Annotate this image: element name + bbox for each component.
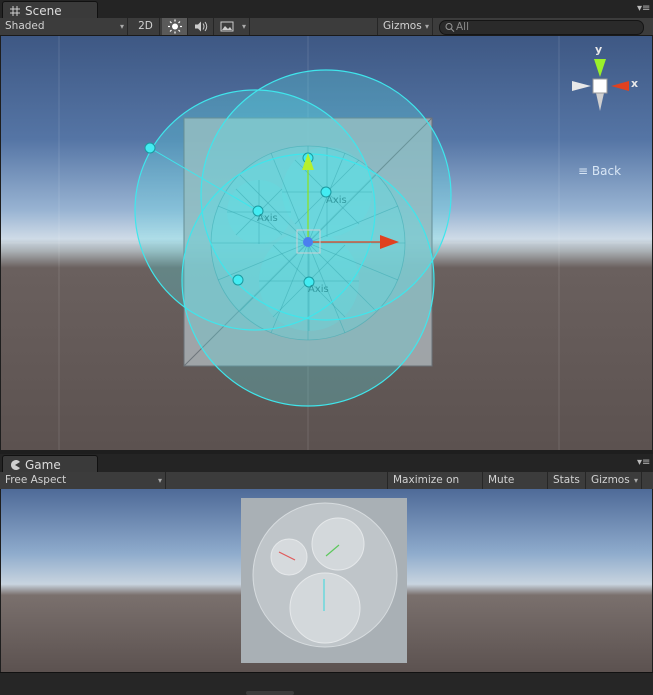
tab-game-label: Game: [25, 458, 61, 472]
game-gizmos-label: Gizmos: [591, 474, 630, 486]
scene-gizmos-dropdown[interactable]: Gizmos: [377, 18, 433, 35]
horizontal-scrollbar[interactable]: [246, 691, 294, 695]
aspect-label: Free Aspect: [5, 474, 67, 486]
scene-viewport[interactable]: y x ≡ Back Axis Axis Axis: [1, 36, 652, 450]
axis-label: Axis: [257, 213, 278, 224]
scene-search-input[interactable]: All: [439, 20, 644, 35]
axis-label: Axis: [326, 195, 347, 206]
mute-audio-toggle[interactable]: Mute audio: [483, 472, 548, 503]
2d-toggle-button[interactable]: 2D: [132, 18, 160, 35]
tab-game[interactable]: Game: [2, 455, 98, 473]
scene-lighting-toggle[interactable]: [162, 18, 188, 35]
stats-toggle[interactable]: Stats: [548, 472, 586, 489]
scene-tab-strip: Scene ▾≡: [0, 0, 653, 19]
game-medium-circle: [311, 517, 365, 571]
orientation-center-cube[interactable]: [592, 78, 608, 94]
2d-toggle-label: 2D: [138, 20, 153, 32]
scene-panel-menu-icon[interactable]: ▾≡: [637, 3, 650, 15]
scene-gizmos-label: Gizmos: [383, 20, 422, 32]
scene-audio-toggle[interactable]: [188, 18, 214, 35]
hamburger-icon: ≡: [578, 164, 589, 178]
stats-label: Stats: [553, 474, 580, 486]
speaker-icon: [195, 21, 208, 32]
game-toolbar: Free Aspect Maximize on Play Mute audio …: [0, 472, 653, 503]
tab-scene[interactable]: Scene: [2, 1, 98, 19]
pacman-icon: [11, 460, 20, 470]
orientation-x-label: x: [631, 77, 639, 90]
orientation-view-text: Back: [591, 164, 622, 178]
scene-effects-dropdown[interactable]: [214, 18, 250, 35]
bottom-status-bar: [0, 672, 653, 695]
search-icon: [445, 23, 455, 32]
aspect-dropdown[interactable]: Free Aspect: [0, 472, 166, 489]
shading-mode-label: Shaded: [5, 20, 45, 32]
axis-label: Axis: [308, 284, 329, 295]
image-icon: [220, 21, 234, 32]
scene-toolbar: Shaded 2D Gizmos: [0, 18, 653, 36]
shading-mode-dropdown[interactable]: Shaded: [0, 18, 128, 35]
move-gizmo-center[interactable]: [303, 237, 313, 247]
orientation-y-label: y: [595, 43, 603, 56]
game-bottom-circle: [289, 572, 361, 644]
sun-icon: [168, 19, 182, 34]
grid-icon: [10, 6, 20, 16]
maximize-on-play-toggle[interactable]: Maximize on Play: [387, 472, 483, 503]
game-panel-menu-icon[interactable]: ▾≡: [637, 457, 650, 469]
game-tab-strip: Game ▾≡: [0, 454, 653, 473]
orientation-view-label[interactable]: ≡ Back: [578, 164, 621, 178]
scene-search-placeholder: All: [456, 21, 470, 33]
tab-scene-label: Scene: [25, 4, 62, 18]
game-gizmos-dropdown[interactable]: Gizmos: [586, 472, 642, 489]
game-viewport[interactable]: [1, 489, 652, 672]
